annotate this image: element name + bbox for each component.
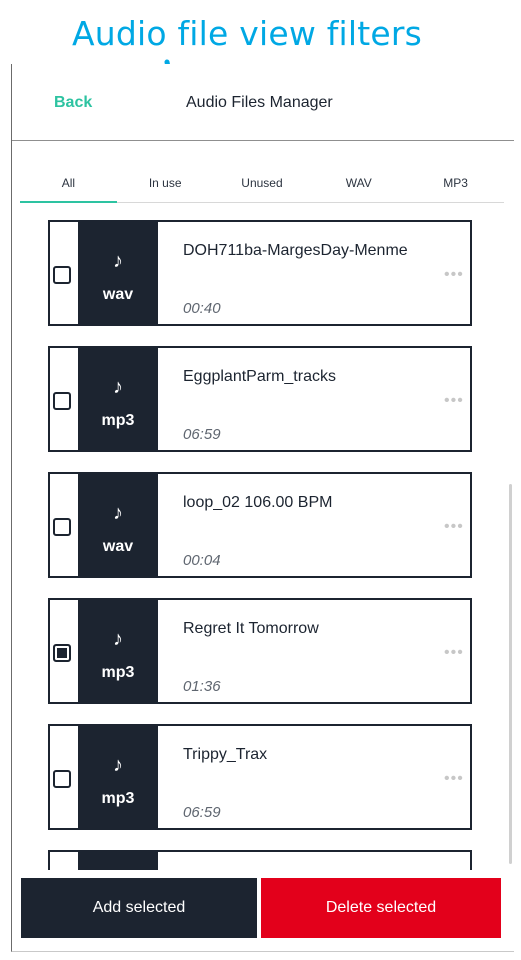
file-thumbnail: ♪ wav (78, 474, 158, 576)
more-options-icon[interactable]: ••• (444, 644, 464, 662)
music-note-icon: ♪ (113, 628, 123, 650)
tab-wav[interactable]: WAV (310, 168, 407, 202)
file-duration: 00:04 (183, 552, 221, 569)
filter-tabs: All In use Unused WAV MP3 (20, 168, 504, 203)
select-checkbox-checked[interactable] (53, 644, 71, 662)
file-duration: 01:36 (183, 678, 221, 695)
select-checkbox[interactable] (53, 770, 71, 788)
file-thumbnail: ♪ mp3 (78, 348, 158, 450)
file-thumbnail: ♪ wav (78, 222, 158, 324)
tab-mp3[interactable]: MP3 (407, 168, 504, 202)
select-checkbox[interactable] (53, 518, 71, 536)
annotation-label: Audio file view filters (72, 14, 423, 53)
audio-file-card[interactable]: ♪ mp3 Regret It Tomorrow 01:36 ••• (48, 598, 472, 704)
file-name: Trippy_Trax (183, 746, 268, 763)
music-note-icon: ♪ (113, 250, 123, 272)
more-options-icon[interactable]: ••• (444, 518, 464, 536)
file-type-label: mp3 (101, 790, 135, 807)
tab-unused[interactable]: Unused (214, 168, 311, 202)
file-thumbnail: ♪ mp3 (78, 600, 158, 702)
audio-file-card[interactable]: ♪ wav loop_02 106.00 BPM 00:04 ••• (48, 472, 472, 578)
audio-files-panel: Back Audio Files Manager All In use Unus… (11, 64, 514, 952)
file-type-label: wav (102, 538, 134, 555)
music-note-icon: ♪ (113, 502, 123, 524)
action-bar: Add selected Delete selected (21, 878, 511, 938)
file-duration: 06:59 (183, 426, 221, 443)
audio-file-card[interactable]: ♪ wav DOH711ba-MargesDay-Menme 00:40 ••• (48, 220, 472, 326)
more-options-icon[interactable]: ••• (444, 266, 464, 284)
add-selected-button[interactable]: Add selected (21, 878, 257, 938)
more-options-icon[interactable]: ••• (444, 770, 464, 788)
more-options-icon[interactable]: ••• (444, 392, 464, 410)
file-type-label: mp3 (101, 664, 135, 681)
page-title: Audio Files Manager (186, 94, 333, 111)
tab-in-use[interactable]: In use (117, 168, 214, 202)
audio-file-card[interactable]: ♪ mp3 EggplantParm_tracks 06:59 ••• (48, 346, 472, 452)
file-type-label: mp3 (101, 412, 135, 429)
top-bar: Back Audio Files Manager (12, 64, 514, 141)
music-note-icon: ♪ (113, 376, 123, 398)
music-note-icon: ♪ (113, 754, 123, 776)
file-thumbnail (78, 852, 158, 870)
list-scrollbar[interactable] (509, 484, 512, 864)
file-thumbnail: ♪ mp3 (78, 726, 158, 828)
file-duration: 00:40 (183, 300, 221, 317)
audio-file-card-partial[interactable] (48, 850, 472, 870)
tab-all[interactable]: All (20, 168, 117, 203)
back-button[interactable]: Back (54, 94, 92, 112)
file-name: Regret It Tomorrow (183, 620, 319, 637)
audio-file-card[interactable]: ♪ mp3 Trippy_Trax 06:59 ••• (48, 724, 472, 830)
file-name: loop_02 106.00 BPM (183, 494, 333, 511)
audio-file-list[interactable]: ♪ wav DOH711ba-MargesDay-Menme 00:40 •••… (12, 210, 514, 870)
delete-selected-button[interactable]: Delete selected (261, 878, 501, 938)
file-name: DOH711ba-MargesDay-Menme (183, 242, 408, 259)
file-duration: 06:59 (183, 804, 221, 821)
select-checkbox[interactable] (53, 392, 71, 410)
file-name: EggplantParm_tracks (183, 368, 336, 385)
file-type-label: wav (102, 286, 134, 303)
select-checkbox[interactable] (53, 266, 71, 284)
